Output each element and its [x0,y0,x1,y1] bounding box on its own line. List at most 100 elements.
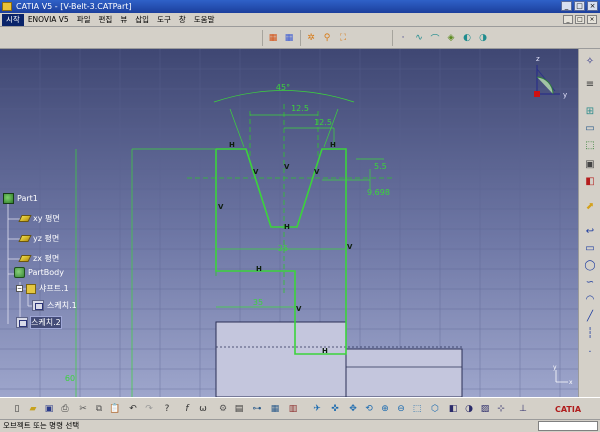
open-icon[interactable]: ▰ [26,402,40,416]
window-title: CATIA V5 - [V-Belt-3.CATPart] [16,2,132,11]
knowledge-icon[interactable]: ▥ [286,402,300,416]
exit-sketch-icon[interactable]: ⬚ [582,138,598,153]
command-input[interactable] [538,421,598,431]
menu-help[interactable]: 도움말 [190,14,219,26]
dimensional-constraint-icon[interactable]: ⛶ [336,31,350,45]
table-icon[interactable]: ▤ [232,402,246,416]
print-icon[interactable]: ⎙ [58,402,72,416]
menu-tools[interactable]: 도구 [153,14,175,26]
point-icon[interactable]: · [396,31,410,45]
tree-sketch2[interactable]: 스케치.2 [16,316,62,329]
tree-plane-yz[interactable]: yz 평면 [18,233,59,244]
conic-icon[interactable]: ◠ [582,292,598,307]
save-icon[interactable]: ▣ [42,402,56,416]
law-icon[interactable]: ω [196,402,210,416]
exit-workbench-icon[interactable]: ◈ [444,31,458,45]
menu-view[interactable]: 뷰 [116,14,131,26]
rectangle-icon[interactable]: ▭ [582,241,598,256]
3d-compass-icon[interactable]: ⊹ [494,402,508,416]
menu-enovia[interactable]: ENOVIA V5 [24,14,73,26]
dim-step[interactable]: 35 [253,298,263,307]
doc-close-icon[interactable]: × [587,15,597,24]
normal-view-icon[interactable]: ⬚ [410,402,424,416]
top-toolbar: ▦ ▦ ✲ ⚲ ⛶ · ∿ ⌒ ◈ ◐ ◑ [0,27,600,49]
hide-show-icon[interactable]: ◑ [462,402,476,416]
dim-depth[interactable]: 5.5 [374,162,387,171]
line-icon[interactable]: ∿ [412,31,426,45]
tree-sketch1[interactable]: 스케치.1 [32,300,77,311]
sketch-analysis-icon[interactable]: ◧ [582,174,598,189]
doc-restore-icon[interactable]: □ [575,15,585,24]
mini-axis-y-label: y [553,364,557,371]
dim-angle[interactable]: 45° [276,83,290,92]
tree-part1[interactable]: Part1 [3,193,38,204]
profile-toolbar: · ∿ ⌒ ◈ ◐ ◑ [392,30,493,46]
fly-icon[interactable]: ✈ [310,402,324,416]
circle-icon[interactable]: ◯ [582,258,598,273]
dim-diameter[interactable]: 9.698 [367,188,390,197]
cut-part-icon[interactable]: ▣ [582,157,598,172]
tree-partbody[interactable]: PartBody [14,267,64,278]
sketch-icon[interactable]: ⊞ [582,104,598,119]
tree-label-shaft: 샤프트.1 [39,284,69,293]
tree-plane-zx[interactable]: zx 평면 [18,253,59,264]
paste-icon[interactable]: 📋 [108,402,122,416]
menu-edit[interactable]: 편집 [95,14,117,26]
shading-icon[interactable]: ◧ [446,402,460,416]
tree-shaft[interactable]: − 샤프트.1 [16,283,69,294]
catalog-icon[interactable]: ⚙ [216,402,230,416]
axis-system-icon[interactable]: ⊥ [516,402,530,416]
axis-icon[interactable]: ┆ [582,326,598,341]
doc-minimize-icon[interactable]: _ [563,15,573,24]
redo-icon[interactable]: ↷ [142,402,156,416]
grid-icon[interactable]: ▦ [266,31,280,45]
zoom-in-icon[interactable]: ⊕ [378,402,392,416]
snap-grid-icon[interactable]: ▦ [282,31,296,45]
compass-icon[interactable]: z y [534,55,567,99]
point-icon[interactable]: · [582,345,598,360]
dim-top-width[interactable]: 12.5 [291,104,309,113]
sketch-analysis-icon[interactable]: ◐ [460,31,474,45]
fit-all-icon[interactable]: ✜ [328,402,342,416]
menu-window[interactable]: 창 [175,14,190,26]
cut-icon[interactable]: ✂ [76,402,90,416]
rotate-icon[interactable]: ⟲ [362,402,376,416]
pin-icon[interactable]: ✧ [582,54,598,69]
formula-icon[interactable]: f [180,402,194,416]
iso-view-icon[interactable]: ⬡ [428,402,442,416]
constraint-h-base: H [322,347,328,355]
tree-icon[interactable]: ⊶ [250,402,264,416]
new-icon[interactable]: ▯ [10,402,24,416]
spline-icon[interactable]: ∽ [582,275,598,290]
swap-space-icon[interactable]: ▨ [478,402,492,416]
sketch-viewport[interactable]: 45° 12.5 12.5 5.5 9.698 25 35 60 H H V H… [0,49,578,397]
sketch-solving-icon[interactable]: ◑ [476,31,490,45]
minimize-icon[interactable]: _ [561,1,572,11]
copy-icon[interactable]: ⧉ [92,402,106,416]
menu-start[interactable]: 시작 [2,13,24,26]
dim-height[interactable]: 60 [65,374,75,383]
spline-icon[interactable]: ⌒ [428,31,442,45]
maximize-icon[interactable]: □ [574,1,585,11]
constraint-v-right-flank: V [314,168,320,176]
expand-icon[interactable]: − [16,285,23,292]
profile-icon[interactable]: ↩ [582,224,598,239]
close-icon[interactable]: × [587,1,598,11]
constraint-v-left-flank: V [253,168,259,176]
menu-file[interactable]: 파일 [73,14,95,26]
status-bar: 오브젝트 또는 명령 선택 [0,419,600,432]
undo-icon[interactable]: ↶ [126,402,140,416]
dim-half-width[interactable]: 12.5 [314,118,332,127]
construction-icon[interactable]: ✲ [304,31,318,45]
select-arrow-icon[interactable]: ⬈ [582,199,598,214]
tree-plane-xy[interactable]: xy 평면 [18,213,60,224]
positioned-sketch-icon[interactable]: ▭ [582,121,598,136]
geometric-constraint-icon[interactable]: ⚲ [320,31,334,45]
whats-this-icon[interactable]: ? [160,402,174,416]
pan-icon[interactable]: ✥ [346,402,360,416]
zoom-out-icon[interactable]: ⊖ [394,402,408,416]
line-icon[interactable]: ╱ [582,309,598,324]
dim-bottom-width[interactable]: 25 [278,244,288,253]
instance-icon[interactable]: ▦ [268,402,282,416]
menu-insert[interactable]: 삽입 [131,14,153,26]
